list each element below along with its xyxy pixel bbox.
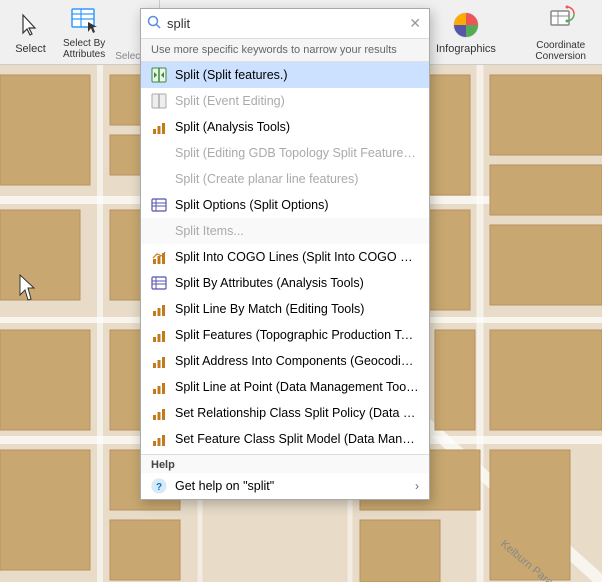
split-features-topo-text: Split Features (Topographic Production T… — [175, 328, 419, 342]
split-line-point-icon — [151, 379, 167, 395]
svg-text:?: ? — [156, 482, 162, 493]
split-options-text: Split Options (Split Options) — [175, 198, 419, 212]
list-item[interactable]: Split (Analysis Tools) — [141, 114, 429, 140]
list-item[interactable]: Split Address Into Components (Geocodin.… — [141, 348, 429, 374]
split-line-point-text: Split Line at Point (Data Management Too… — [175, 380, 419, 394]
set-relationship-icon — [151, 405, 167, 421]
split-gdb-icon — [151, 145, 167, 161]
set-feature-class-text: Set Feature Class Split Model (Data Mana… — [175, 432, 419, 446]
split-items-header: Split Items... — [141, 218, 429, 244]
split-options-icon — [151, 197, 167, 213]
list-item[interactable]: Split Options (Split Options) — [141, 192, 429, 218]
search-clear-button[interactable]: ✕ — [407, 13, 423, 34]
split-features-icon — [151, 67, 167, 83]
split-by-attr-icon — [151, 275, 167, 291]
split-cogo-text: Split Into COGO Lines (Split Into COGO L… — [175, 250, 419, 264]
split-event-icon — [151, 93, 167, 109]
help-item-left: ? Get help on "split" — [151, 478, 274, 494]
list-item[interactable]: Split Into COGO Lines (Split Into COGO L… — [141, 244, 429, 270]
list-item[interactable]: Split Line at Point (Data Management Too… — [141, 374, 429, 400]
select-by-attributes-icon — [68, 4, 100, 36]
list-item: Split (Create planar line features) — [141, 166, 429, 192]
infographics-button[interactable]: Infographics — [430, 5, 502, 59]
split-by-attr-text: Split By Attributes (Analysis Tools) — [175, 276, 419, 290]
split-address-icon — [151, 353, 167, 369]
list-item[interactable]: Set Relationship Class Split Policy (Dat… — [141, 400, 429, 426]
split-items-text: Split Items... — [175, 224, 419, 238]
set-feature-class-icon — [151, 431, 167, 447]
coordinate-conversion-icon — [545, 3, 577, 38]
infographics-label: Infographics — [436, 43, 496, 55]
split-line-match-text: Split Line By Match (Editing Tools) — [175, 302, 419, 316]
get-help-item[interactable]: ? Get help on "split" › — [141, 473, 429, 499]
help-section: Help ? Get help on "split" › — [141, 454, 429, 499]
list-item: Split (Event Editing) — [141, 88, 429, 114]
dropdown-list: Split (Split features.) Split (Event Edi… — [141, 62, 429, 499]
select-by-attributes-button[interactable]: Select ByAttributes — [57, 0, 111, 64]
app-container: Kelburn Parade Select — [0, 0, 602, 582]
search-input-row: ✕ — [141, 9, 429, 39]
split-planar-icon — [151, 171, 167, 187]
get-help-text: Get help on "split" — [175, 479, 274, 493]
split-event-text: Split (Event Editing) — [175, 94, 419, 108]
help-question-icon: ? — [151, 478, 167, 494]
list-item[interactable]: Split (Split features.) — [141, 62, 429, 88]
select-by-attributes-label: Select ByAttributes — [63, 38, 105, 60]
set-relationship-text: Set Relationship Class Split Policy (Dat… — [175, 406, 419, 420]
search-input[interactable] — [167, 16, 407, 31]
list-item[interactable]: Split Line By Match (Editing Tools) — [141, 296, 429, 322]
split-gdb-text: Split (Editing GDB Topology Split Featur… — [175, 146, 419, 160]
split-analysis-icon — [151, 119, 167, 135]
split-line-match-icon — [151, 301, 167, 317]
split-analysis-text: Split (Analysis Tools) — [175, 120, 419, 134]
split-features-topo-icon — [151, 327, 167, 343]
split-cogo-icon — [151, 249, 167, 265]
select-icon — [15, 9, 47, 41]
list-item: Split (Editing GDB Topology Split Featur… — [141, 140, 429, 166]
search-hint: Use more specific keywords to narrow you… — [141, 39, 429, 62]
coordinate-conversion-button[interactable]: CoordinateConversion — [527, 0, 594, 65]
split-planar-text: Split (Create planar line features) — [175, 172, 419, 186]
split-features-text: Split (Split features.) — [175, 68, 419, 82]
list-item[interactable]: Split Features (Topographic Production T… — [141, 322, 429, 348]
list-item[interactable]: Set Feature Class Split Model (Data Mana… — [141, 426, 429, 452]
split-address-text: Split Address Into Components (Geocodin.… — [175, 354, 419, 368]
search-icon — [147, 15, 161, 32]
select-button[interactable]: Select — [8, 5, 53, 59]
select-label: Select — [15, 43, 46, 55]
split-items-icon — [151, 223, 167, 239]
coordinate-conversion-label: CoordinateConversion — [535, 40, 586, 62]
help-chevron-icon: › — [415, 479, 419, 493]
list-item[interactable]: Split By Attributes (Analysis Tools) — [141, 270, 429, 296]
search-dropdown: ✕ Use more specific keywords to narrow y… — [140, 8, 430, 500]
infographics-icon — [450, 9, 482, 41]
help-header: Help — [141, 455, 429, 473]
